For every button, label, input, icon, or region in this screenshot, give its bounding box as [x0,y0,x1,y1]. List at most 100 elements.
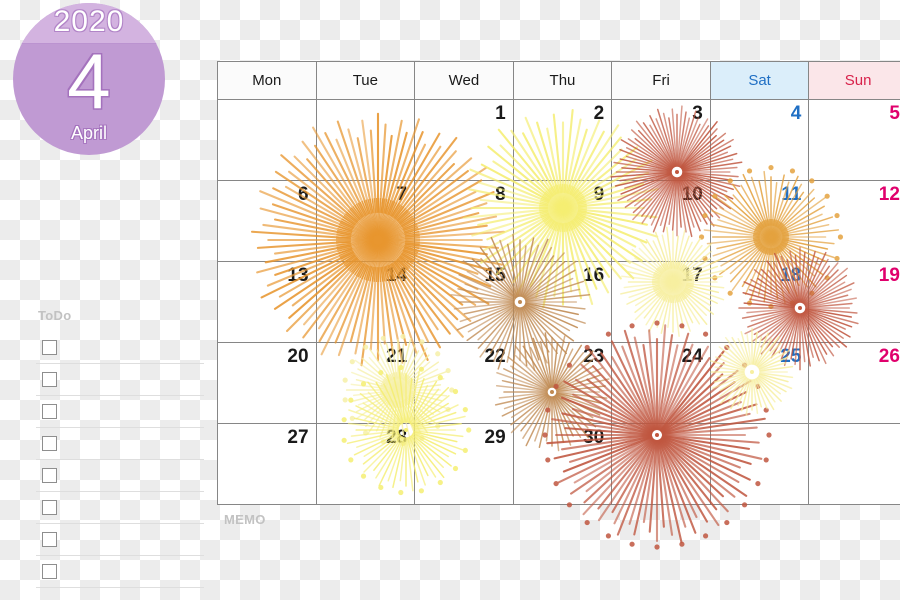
calendar-day-cell[interactable]: 30 [512,423,613,505]
calendar-day-cell[interactable]: 9 [512,180,613,262]
day-number: 8 [495,184,506,205]
day-number: 26 [878,346,900,367]
todo-writing-line [36,587,204,588]
calendar-day-cell[interactable]: 7 [315,180,416,262]
todo-panel: ToDo [36,308,206,588]
todo-writing-line [36,523,204,524]
todo-checkbox[interactable] [42,436,57,451]
calendar-day-cell[interactable]: 26 [808,342,900,424]
day-number: 12 [878,184,900,205]
todo-item[interactable] [36,494,206,524]
todo-item[interactable] [36,526,206,556]
day-number: 11 [781,184,802,205]
day-number: 16 [583,265,605,286]
calendar-day-cell[interactable]: 14 [315,261,416,343]
day-number: 24 [681,346,703,367]
todo-item[interactable] [36,334,206,364]
calendar-empty-cell [808,423,900,505]
day-number: 17 [681,265,703,286]
calendar-day-cell[interactable]: 13 [217,261,317,343]
calendar-page: 2020 4 April ToDo Mon Tue Wed Thu Fri Sat Sun … [0,0,900,600]
calendar-day-cell[interactable]: 17 [611,261,711,343]
day-number: 23 [583,346,605,367]
todo-checkbox[interactable] [42,564,57,579]
weekday-header-wed: Wed [414,61,514,100]
calendar-day-cell[interactable]: 3 [611,99,711,181]
calendar-day-cell[interactable]: 4 [709,99,810,181]
calendar-day-cell[interactable]: 8 [414,180,514,262]
calendar-day-cell[interactable]: 2 [512,99,613,181]
todo-writing-line [36,491,204,492]
todo-item[interactable] [36,558,206,588]
calendar-day-cell[interactable]: 27 [217,423,317,505]
day-number: 3 [692,103,703,124]
weekday-header-tue: Tue [315,61,416,100]
day-number: 10 [681,184,703,205]
todo-writing-line [36,395,204,396]
todo-checkbox[interactable] [42,500,57,515]
todo-checkbox[interactable] [42,532,57,547]
calendar-day-cell[interactable]: 29 [414,423,514,505]
calendar-day-cell[interactable]: 6 [217,180,317,262]
weekday-header-sat: Sat [709,61,810,100]
calendar-day-cell[interactable]: 19 [808,261,900,343]
day-number: 30 [583,427,605,448]
calendar-day-cell[interactable]: 11 [709,180,810,262]
calendar-empty-cell [315,99,416,181]
calendar-week-row: 13 14 15 16 17 18 19 [217,261,900,343]
day-number: 29 [484,427,506,448]
calendar-day-cell[interactable]: 28 [315,423,416,505]
day-number: 13 [287,265,309,286]
todo-writing-line [36,555,204,556]
day-number: 25 [780,346,802,367]
todo-title: ToDo [38,308,72,323]
badge-month-number: 4 [67,37,111,125]
todo-writing-line [36,459,204,460]
day-number: 5 [889,103,900,124]
calendar-day-cell[interactable]: 16 [512,261,613,343]
calendar-empty-cell [611,423,711,505]
calendar-day-cell[interactable]: 10 [611,180,711,262]
calendar-empty-cell [217,99,317,181]
calendar-week-row: 20 21 22 23 24 25 26 [217,342,900,424]
day-number: 2 [593,103,605,124]
todo-item[interactable] [36,430,206,460]
todo-writing-line [36,363,204,364]
calendar-day-cell[interactable]: 1 [414,99,514,181]
day-number: 7 [396,184,408,205]
calendar-body: 1 2 3 4 5 6 7 8 9 10 11 12 13 14 15 16 17 18 19 20 21 22 23 24 2… [217,99,900,505]
day-number: 21 [385,346,408,367]
calendar-day-cell[interactable]: 25 [709,342,810,424]
calendar-table: Mon Tue Wed Thu Fri Sat Sun 1 2 3 4 5 6 7 8 9 10 11 12 13 1… [217,61,900,505]
day-number: 6 [297,184,309,205]
todo-checkbox[interactable] [42,340,57,355]
calendar-day-cell[interactable]: 15 [414,261,514,343]
todo-item[interactable] [36,366,206,396]
calendar-grid: Mon Tue Wed Thu Fri Sat Sun 1 2 3 4 5 6 7 8 9 10 11 12 13 1… [217,61,900,505]
calendar-day-cell[interactable]: 20 [217,342,317,424]
todo-checkbox[interactable] [42,372,57,387]
todo-checkbox[interactable] [42,468,57,483]
day-number: 15 [484,265,506,286]
weekday-header-fri: Fri [611,61,711,100]
day-number: 18 [780,265,802,286]
calendar-day-cell[interactable]: 23 [512,342,613,424]
calendar-empty-cell [709,423,810,505]
calendar-header-row: Mon Tue Wed Thu Fri Sat Sun [217,61,900,100]
day-number: 1 [495,103,506,124]
weekday-header-thu: Thu [512,61,613,100]
calendar-day-cell[interactable]: 22 [414,342,514,424]
calendar-day-cell[interactable]: 18 [709,261,810,343]
calendar-day-cell[interactable]: 12 [808,180,900,262]
calendar-day-cell[interactable]: 24 [611,342,711,424]
day-number: 20 [287,346,309,367]
day-number: 22 [484,346,506,367]
todo-item[interactable] [36,398,206,428]
todo-item[interactable] [36,462,206,492]
day-number: 28 [385,427,408,448]
todo-writing-line [36,427,204,428]
calendar-day-cell[interactable]: 21 [315,342,416,424]
todo-checkbox[interactable] [42,404,57,419]
badge-year: 2020 [53,5,125,38]
calendar-day-cell[interactable]: 5 [808,99,900,181]
